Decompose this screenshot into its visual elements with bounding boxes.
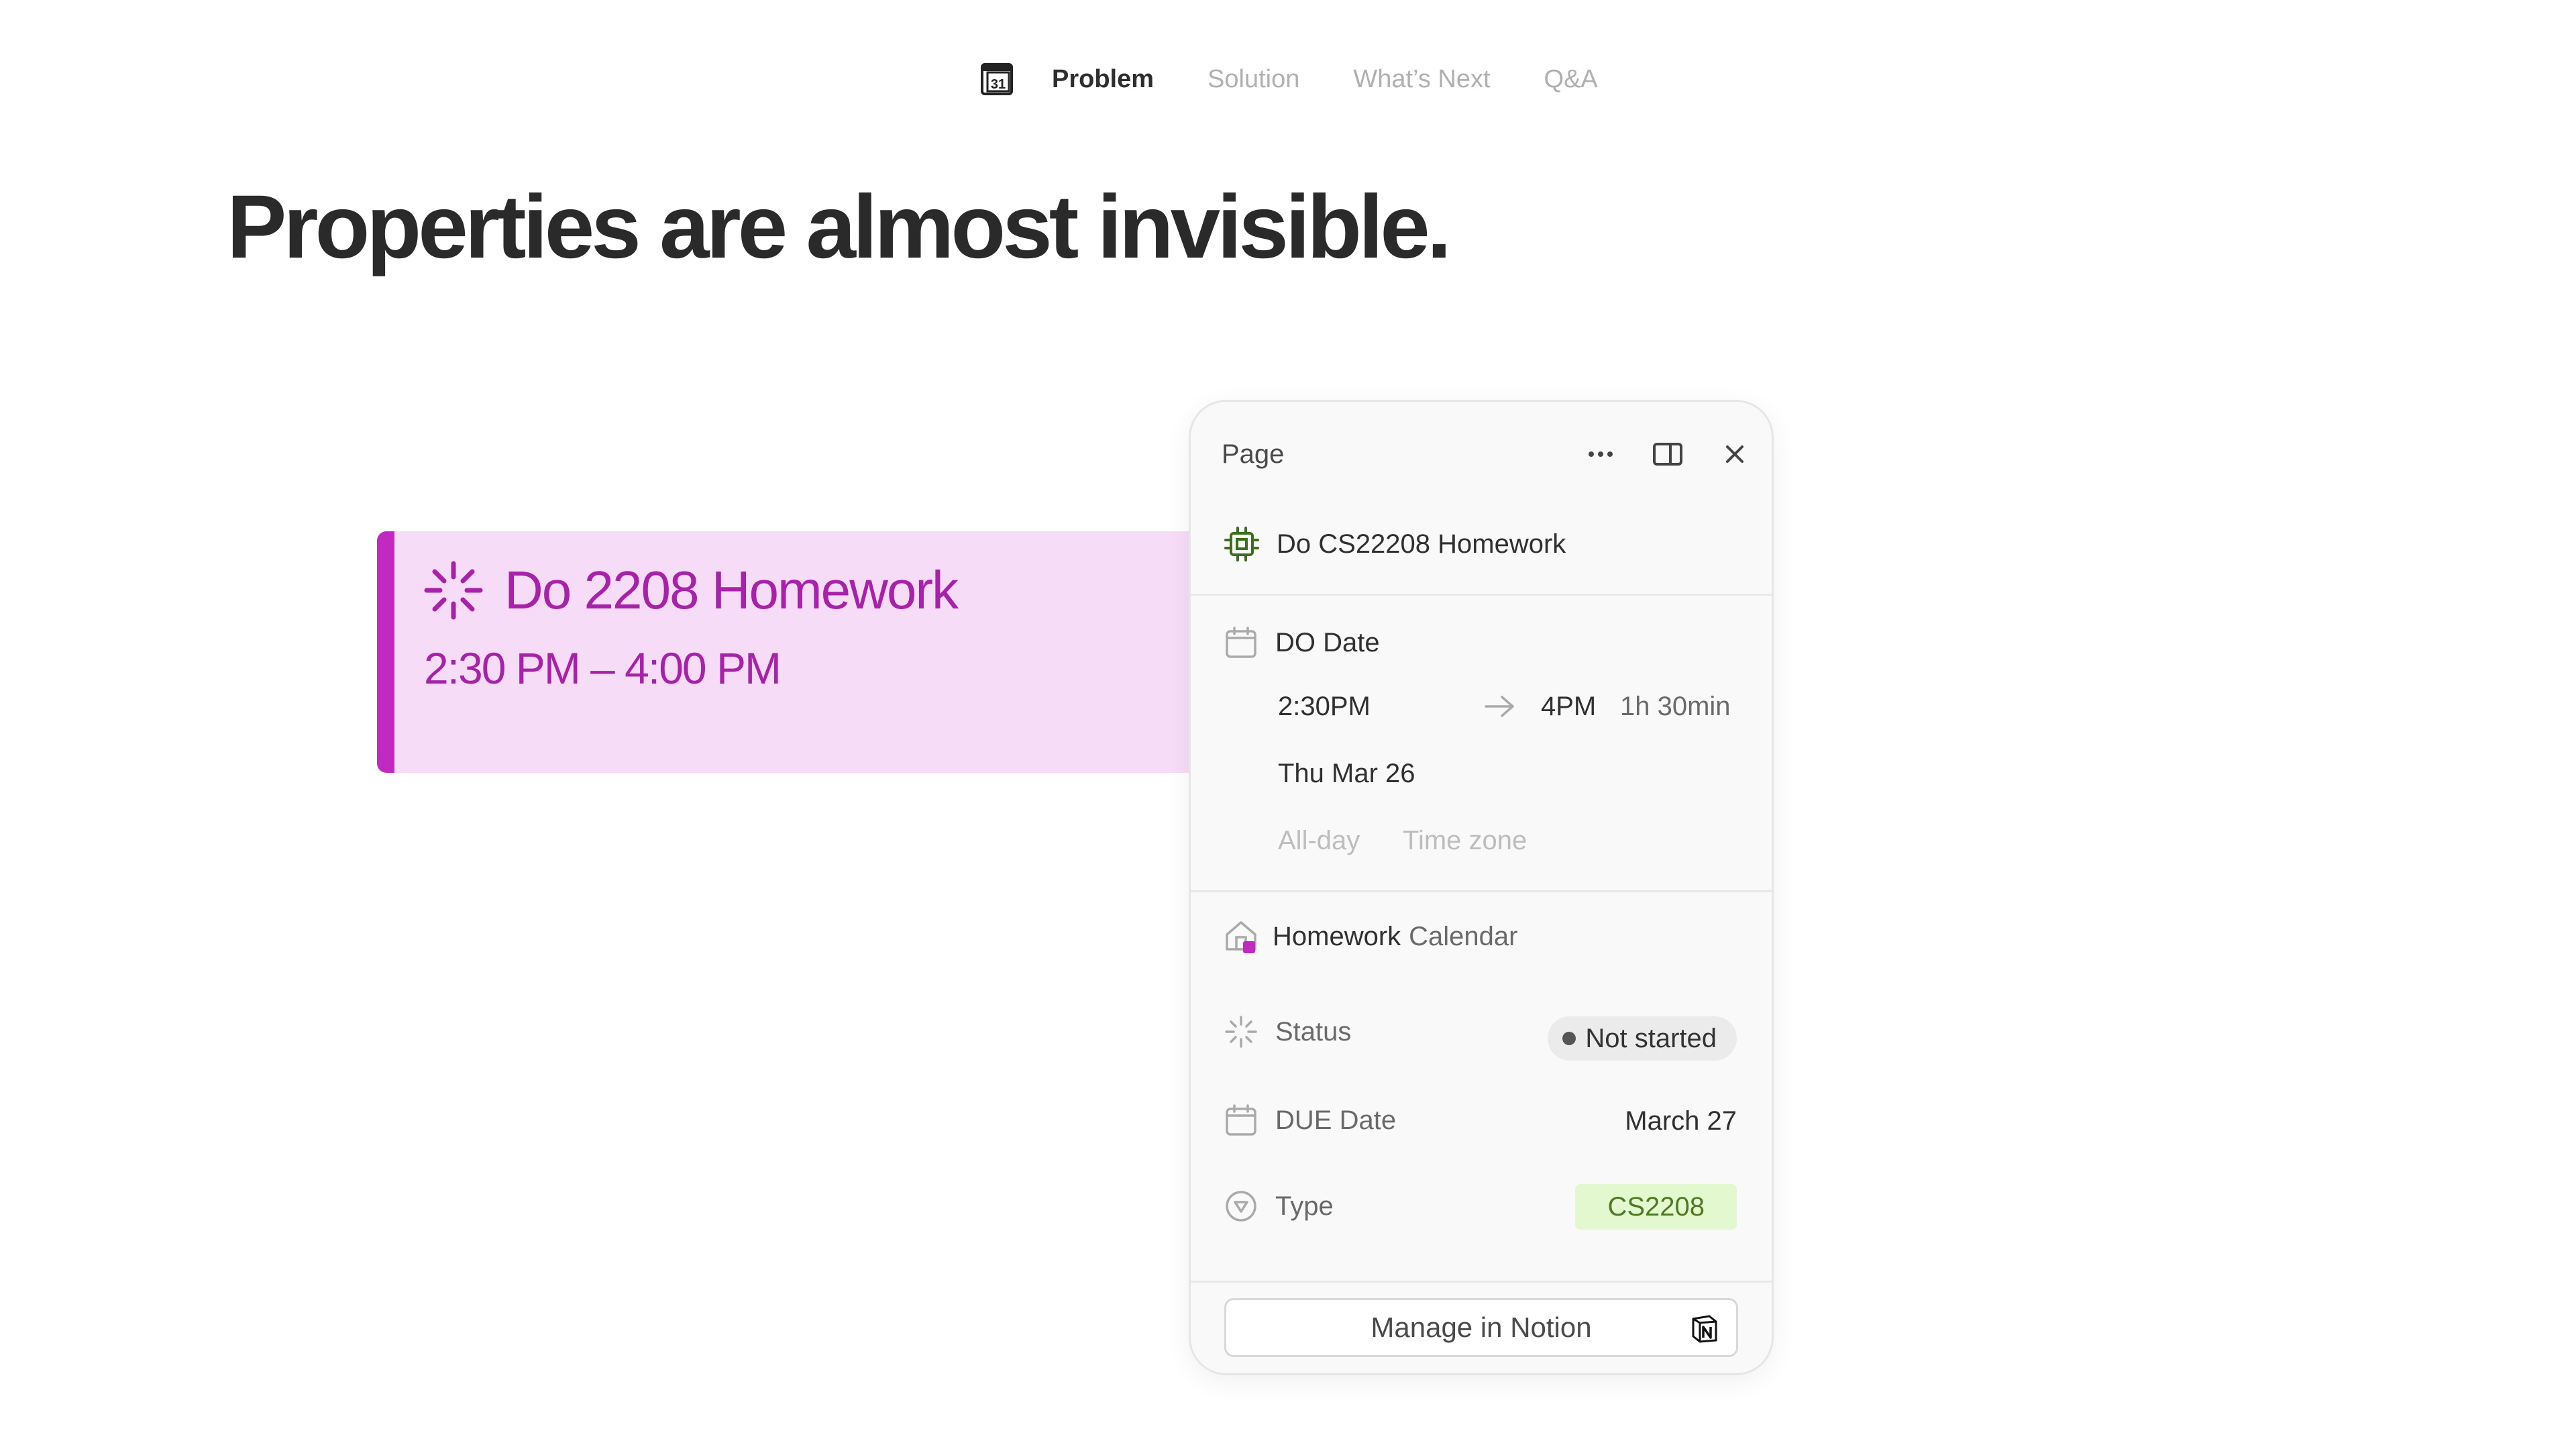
status-label: Status (1275, 1016, 1352, 1046)
calendar-icon (1223, 625, 1259, 661)
status-badge[interactable]: Not started (1548, 1016, 1737, 1061)
status-icon (1223, 1014, 1259, 1050)
calendar-icon (1223, 1102, 1259, 1138)
status-value: Not started (1585, 1023, 1717, 1053)
due-date-property-row: DUE Date (1223, 1102, 1396, 1138)
tab-whats-next[interactable]: What’s Next (1353, 65, 1490, 94)
tab-solution[interactable]: Solution (1208, 65, 1299, 94)
calendar-name-secondary: Calendar (1409, 921, 1518, 951)
split-view-icon[interactable] (1651, 437, 1684, 471)
do-date-label: DO Date (1275, 627, 1380, 657)
do-date-end-time[interactable]: 4PM (1541, 692, 1596, 722)
calendar-event[interactable]: Do 2208 Homework 2:30 PM – 4:00 PM (377, 531, 1208, 773)
page-title-text: Do CS22208 Homework (1277, 529, 1566, 559)
do-date-day[interactable]: Thu Mar 26 (1278, 759, 1415, 789)
divider (1191, 1281, 1772, 1283)
tab-qa[interactable]: Q&A (1544, 65, 1598, 94)
calendar-31-icon[interactable]: 31 (979, 62, 1014, 97)
status-not-started-icon (424, 561, 483, 620)
manage-in-notion-button[interactable]: Manage in Notion (1224, 1298, 1738, 1357)
type-property-row: Type (1223, 1188, 1334, 1224)
notion-logo-icon (1692, 1315, 1717, 1343)
status-property-row: Status (1223, 1014, 1351, 1050)
divider (1191, 594, 1772, 596)
calendar-row[interactable]: Homework Calendar (1223, 918, 1517, 955)
manage-button-label: Manage in Notion (1371, 1311, 1592, 1343)
due-date-value[interactable]: March 27 (1625, 1106, 1737, 1136)
event-time: 2:30 PM – 4:00 PM (424, 643, 782, 693)
close-icon[interactable] (1718, 437, 1752, 471)
divider (1191, 890, 1772, 892)
arrow-right-icon (1483, 693, 1517, 723)
event-color-bar (377, 531, 394, 773)
top-nav: 31 Problem Solution What’s Next Q&A (979, 59, 1652, 99)
do-date-duration: 1h 30min (1620, 692, 1731, 721)
event-title: Do 2208 Homework (504, 560, 959, 620)
panel-header: Page (1222, 434, 1752, 474)
time-zone-option[interactable]: Time zone (1403, 826, 1527, 856)
page-title: Properties are almost invisible. (227, 177, 1452, 277)
tab-problem[interactable]: Problem (1052, 65, 1154, 94)
svg-text:31: 31 (991, 77, 1006, 92)
event-title-row: Do 2208 Homework (423, 559, 959, 621)
all-day-toggle[interactable]: All-day (1278, 826, 1360, 856)
select-chevron-circle-icon (1223, 1188, 1259, 1224)
due-date-label: DUE Date (1275, 1105, 1397, 1135)
calendar-house-icon (1223, 918, 1259, 955)
status-dot-icon (1562, 1032, 1576, 1045)
type-label: Type (1275, 1191, 1334, 1221)
panel-header-label: Page (1222, 439, 1285, 469)
page-title-row[interactable]: Do CS22208 Homework (1223, 525, 1566, 563)
chip-icon (1224, 527, 1259, 561)
calendar-name-primary: Homework (1273, 921, 1401, 951)
type-value: CS2208 (1607, 1191, 1705, 1222)
more-options-icon[interactable] (1584, 437, 1617, 471)
page-side-panel: Page Do CS22208 Homework DO Date 2:30PM … (1189, 400, 1774, 1375)
do-date-row: DO Date (1223, 625, 1380, 661)
do-date-start-time[interactable]: 2:30PM (1278, 692, 1371, 722)
type-tag[interactable]: CS2208 (1575, 1184, 1737, 1230)
